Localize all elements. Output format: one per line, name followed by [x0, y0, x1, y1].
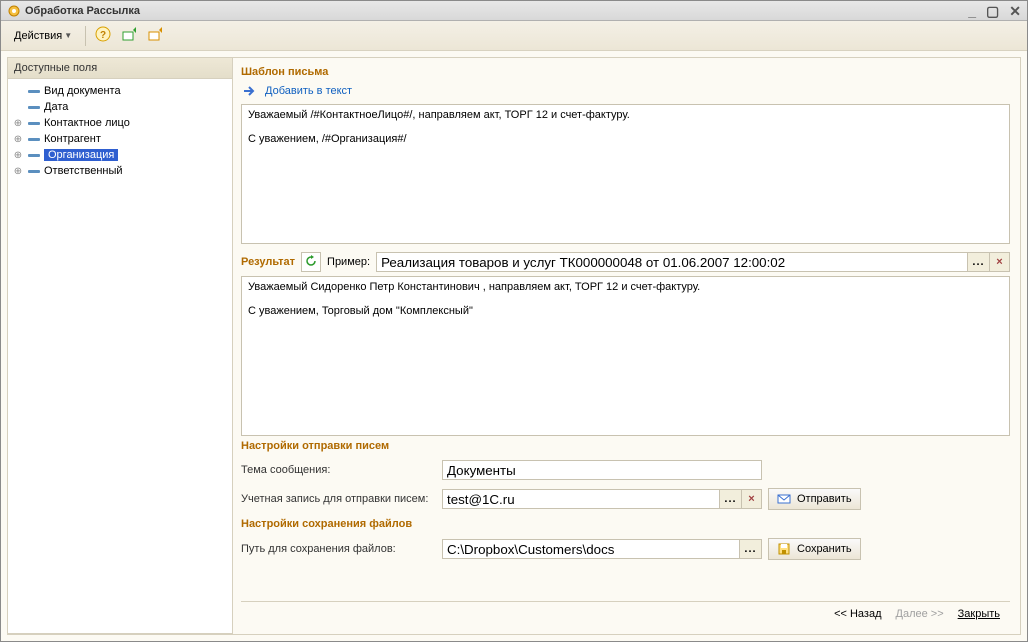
close-window-button[interactable]: ✕ [1009, 4, 1021, 18]
left-panel: Доступные поля Вид документа Дата ⊕ [8, 58, 233, 634]
window: Обработка Рассылка _ ▢ ✕ Действия ▼ ? [0, 0, 1028, 642]
available-fields-header: Доступные поля [8, 58, 233, 79]
arrow-right-icon [241, 82, 259, 100]
save-button-label: Сохранить [797, 543, 852, 555]
result-textarea[interactable] [241, 276, 1010, 436]
fields-tree: Вид документа Дата ⊕ Контактное лицо ⊕ [8, 79, 233, 634]
path-field: ... [442, 539, 762, 559]
account-row: Учетная запись для отправки писем: ... ×… [241, 488, 1010, 510]
tree-expander[interactable]: ⊕ [12, 118, 24, 129]
help-icon: ? [95, 26, 111, 45]
field-icon [28, 170, 40, 173]
tree-item-organization[interactable]: ⊕ Организация [8, 147, 232, 163]
add-to-text-row: Добавить в текст [241, 82, 1010, 100]
bottom-bar: << Назад Далее >> Закрыть [241, 601, 1010, 626]
tree-item-responsible[interactable]: ⊕ Ответственный [8, 163, 232, 179]
path-pick-button[interactable]: ... [740, 539, 762, 559]
tree-item-date[interactable]: Дата [8, 99, 232, 115]
tree-item-label: Организация [44, 149, 118, 161]
tree-item-label: Вид документа [44, 85, 121, 97]
save-button[interactable]: Сохранить [768, 538, 861, 560]
help-button[interactable]: ? [92, 25, 114, 47]
example-input[interactable] [376, 252, 968, 272]
chevron-down-icon: ▼ [64, 31, 72, 40]
tree-item-counterparty[interactable]: ⊕ Контрагент [8, 131, 232, 147]
content-wrapper: Доступные поля Вид документа Дата ⊕ [1, 51, 1027, 641]
account-clear-button[interactable]: × [742, 489, 762, 509]
minimize-button[interactable]: _ [968, 4, 976, 18]
add-to-text-link[interactable]: Добавить в текст [265, 85, 352, 97]
tree-item-label: Дата [44, 101, 68, 113]
tree-item-contact[interactable]: ⊕ Контактное лицо [8, 115, 232, 131]
field-icon [28, 138, 40, 141]
refresh-button[interactable] [301, 252, 321, 272]
field-icon [28, 90, 40, 93]
clear-icon: × [748, 493, 754, 505]
window-title: Обработка Рассылка [25, 5, 968, 17]
example-field: ... × [376, 252, 1010, 272]
tree-item-label: Контактное лицо [44, 117, 130, 129]
back-button[interactable]: << Назад [834, 608, 881, 620]
save-settings-title: Настройки сохранения файлов [241, 518, 1010, 530]
import-button[interactable] [118, 25, 140, 47]
tree-item-document-type[interactable]: Вид документа [8, 83, 232, 99]
field-icon [28, 122, 40, 125]
close-button[interactable]: Закрыть [958, 608, 1000, 620]
subject-row: Тема сообщения: [241, 460, 1010, 480]
content: Доступные поля Вид документа Дата ⊕ [7, 57, 1021, 635]
import-icon [121, 26, 137, 45]
right-panel: Шаблон письма Добавить в текст Результат [233, 58, 1020, 634]
path-input[interactable] [442, 539, 740, 559]
actions-dropdown-label: Действия [14, 30, 62, 42]
tree-item-label: Ответственный [44, 165, 123, 177]
export-button[interactable] [144, 25, 166, 47]
mail-send-icon [777, 492, 791, 506]
field-icon [28, 154, 40, 157]
template-section-title: Шаблон письма [241, 66, 1010, 78]
subject-input[interactable] [442, 460, 762, 480]
account-label: Учетная запись для отправки писем: [241, 493, 436, 505]
template-textarea[interactable] [241, 104, 1010, 244]
app-icon [7, 4, 21, 18]
titlebar: Обработка Рассылка _ ▢ ✕ [1, 1, 1027, 21]
next-button: Далее >> [896, 608, 944, 620]
clear-icon: × [996, 256, 1002, 268]
account-field: ... × [442, 489, 762, 509]
export-icon [147, 26, 163, 45]
send-settings-title: Настройки отправки писем [241, 440, 1010, 452]
tree-expander[interactable]: ⊕ [12, 150, 24, 161]
example-clear-button[interactable]: × [990, 252, 1010, 272]
floppy-save-icon [777, 542, 791, 556]
actions-dropdown[interactable]: Действия ▼ [7, 27, 79, 45]
result-section-title: Результат [241, 256, 295, 268]
toolbar: Действия ▼ ? [1, 21, 1027, 51]
account-pick-button[interactable]: ... [720, 489, 742, 509]
tree-item-label: Контрагент [44, 133, 101, 145]
send-button[interactable]: Отправить [768, 488, 861, 510]
toolbar-separator [85, 26, 86, 46]
path-label: Путь для сохранения файлов: [241, 543, 436, 555]
path-row: Путь для сохранения файлов: ... Сохранит… [241, 538, 1010, 560]
account-input[interactable] [442, 489, 720, 509]
example-label: Пример: [327, 256, 370, 268]
result-header-row: Результат Пример: ... × [241, 252, 1010, 272]
send-button-label: Отправить [797, 493, 852, 505]
example-pick-button[interactable]: ... [968, 252, 990, 272]
svg-text:?: ? [100, 30, 106, 41]
refresh-icon [304, 254, 318, 271]
tree-expander[interactable]: ⊕ [12, 134, 24, 145]
tree-expander[interactable]: ⊕ [12, 166, 24, 177]
maximize-button[interactable]: ▢ [986, 4, 999, 18]
field-icon [28, 106, 40, 109]
subject-label: Тема сообщения: [241, 464, 436, 476]
